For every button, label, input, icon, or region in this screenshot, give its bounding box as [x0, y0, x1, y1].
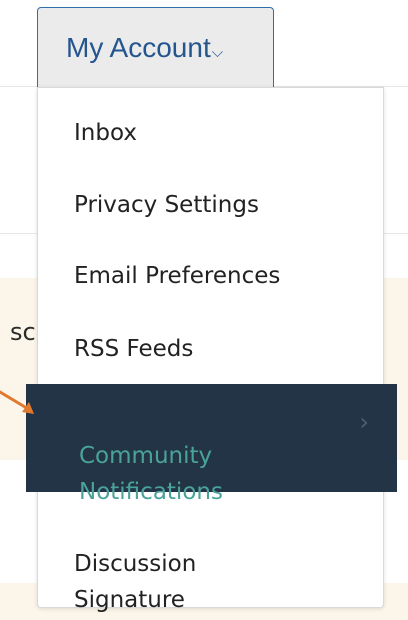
menu-item-label: Discussion Signature [74, 551, 197, 613]
menu-item-label: Privacy Settings [74, 192, 259, 218]
my-account-button[interactable]: My Account ⌵ [37, 7, 274, 87]
menu-item-inbox[interactable]: Inbox [38, 115, 383, 151]
menu-item-privacy-settings[interactable]: Privacy Settings [38, 187, 383, 223]
page: sc My Account ⌵ Inbox Privacy Settings E… [0, 0, 408, 620]
menu-item-label: Inbox [74, 120, 137, 146]
menu-item-label: Community Notifications [79, 443, 223, 505]
menu-item-rss-feeds[interactable]: RSS Feeds [38, 331, 383, 367]
account-dropdown-menu: Inbox Privacy Settings Email Preferences… [26, 87, 397, 613]
menu-item-label: RSS Feeds [74, 336, 194, 362]
chevron-down-icon: ⌵ [211, 44, 224, 61]
background-partial-text: sc [10, 318, 36, 346]
my-account-label: My Account [66, 31, 211, 63]
menu-item-label: Email Preferences [74, 263, 281, 289]
menu-item-community-notifications[interactable]: Community Notifications › [26, 384, 397, 505]
menu-item-discussion-signature[interactable]: Discussion Signature [38, 510, 383, 618]
arrow-pointer-icon [0, 390, 34, 414]
chevron-right-icon: › [359, 408, 369, 436]
menu-item-email-preferences[interactable]: Email Preferences [38, 258, 383, 294]
